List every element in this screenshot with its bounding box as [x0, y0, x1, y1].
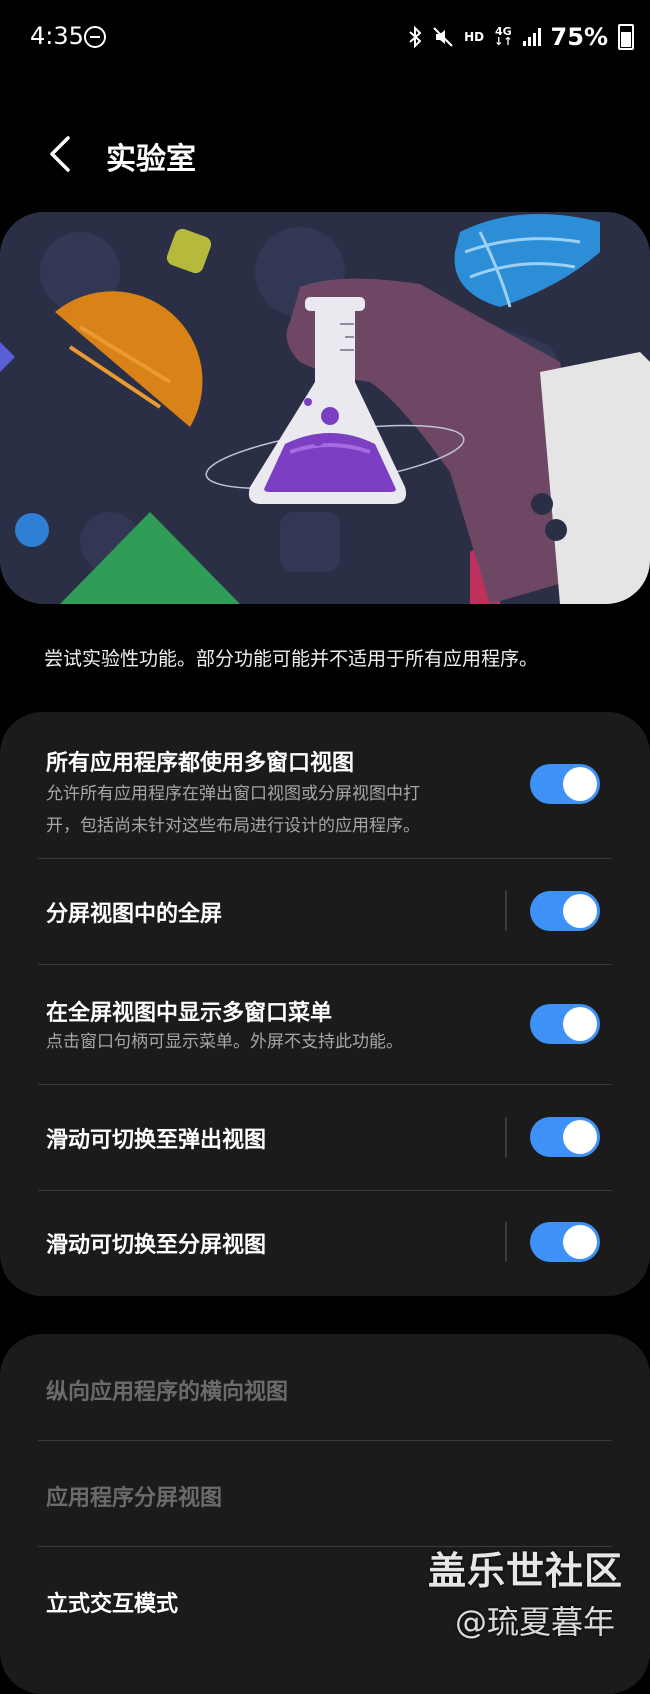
- page-title: 实验室: [106, 142, 196, 177]
- setting-title: 纵向应用程序的横向视图: [46, 1380, 289, 1405]
- setting-row-swipe-to-popup[interactable]: 滑动可切换至弹出视图: [0, 1084, 650, 1190]
- setting-title: 立式交互模式: [46, 1592, 179, 1617]
- vertical-separator: [505, 1222, 507, 1262]
- battery-icon: [618, 24, 634, 50]
- watermark-community: 盖乐世社区: [428, 1549, 624, 1593]
- network-4g-icon: 4G ↓↑: [494, 26, 513, 48]
- toggle-knob: [563, 894, 597, 928]
- setting-title: 滑动可切换至分屏视图: [46, 1233, 267, 1258]
- mute-icon: [433, 27, 453, 47]
- hd-voice-label: HD: [464, 30, 485, 44]
- bluetooth-icon: [409, 26, 422, 48]
- status-icons: HD 4G ↓↑ 75%: [408, 20, 634, 54]
- toggle-switch[interactable]: [530, 1222, 600, 1262]
- signal-icon: [522, 28, 541, 46]
- battery-percent: 75%: [550, 23, 608, 51]
- setting-title: 分屏视图中的全屏: [46, 902, 223, 927]
- status-bar: 4:35 HD 4G ↓↑ 75%: [0, 0, 650, 80]
- status-time: 4:35: [30, 22, 84, 50]
- toggle-switch[interactable]: [530, 1117, 600, 1157]
- app-header: 实验室: [0, 110, 650, 200]
- watermark-author: @琉夏暮年: [455, 1603, 616, 1641]
- toggle-switch[interactable]: [530, 891, 600, 931]
- setting-title: 应用程序分屏视图: [46, 1486, 223, 1511]
- setting-row-landscape-for-portrait-apps[interactable]: 纵向应用程序的横向视图: [0, 1334, 650, 1440]
- toggle-knob: [563, 1120, 597, 1154]
- vertical-separator: [505, 1117, 507, 1157]
- network-arrows: ↓↑: [494, 35, 513, 48]
- labs-illustration: [0, 212, 650, 604]
- setting-row-swipe-to-split[interactable]: 滑动可切换至分屏视图: [0, 1190, 650, 1296]
- setting-row-all-apps-multiwindow[interactable]: 所有应用程序都使用多窗口视图 允许所有应用程序在弹出窗口视图或分屏视图中打 开，…: [0, 712, 650, 858]
- setting-row-show-multiwindow-menu[interactable]: 在全屏视图中显示多窗口菜单 点击窗口句柄可显示菜单。外屏不支持此功能。: [0, 964, 650, 1084]
- setting-subtitle: 允许所有应用程序在弹出窗口视图或分屏视图中打 开，包括尚未针对这些布局进行设计的…: [46, 784, 420, 836]
- toggle-switch[interactable]: [530, 764, 600, 804]
- toggle-knob: [563, 1007, 597, 1041]
- back-arrow-icon[interactable]: [44, 132, 84, 176]
- do-not-disturb-icon: [84, 26, 106, 48]
- setting-title: 在全屏视图中显示多窗口菜单: [46, 1001, 333, 1026]
- setting-title: 滑动可切换至弹出视图: [46, 1128, 267, 1153]
- setting-title: 所有应用程序都使用多窗口视图: [46, 751, 355, 776]
- lab-flask-illustration: [0, 212, 650, 604]
- labs-description: 尝试实验性功能。部分功能可能并不适用于所有应用程序。: [44, 648, 539, 670]
- setting-subtitle: 点击窗口句柄可显示菜单。外屏不支持此功能。: [46, 1032, 403, 1052]
- toggle-knob: [563, 1225, 597, 1259]
- setting-row-fullscreen-in-split[interactable]: 分屏视图中的全屏: [0, 858, 650, 964]
- toggle-knob: [563, 767, 597, 801]
- toggle-switch[interactable]: [530, 1004, 600, 1044]
- multi-window-settings-card: 所有应用程序都使用多窗口视图 允许所有应用程序在弹出窗口视图或分屏视图中打 开，…: [0, 712, 650, 1296]
- setting-row-app-split-view[interactable]: 应用程序分屏视图: [0, 1440, 650, 1546]
- vertical-separator: [505, 891, 507, 931]
